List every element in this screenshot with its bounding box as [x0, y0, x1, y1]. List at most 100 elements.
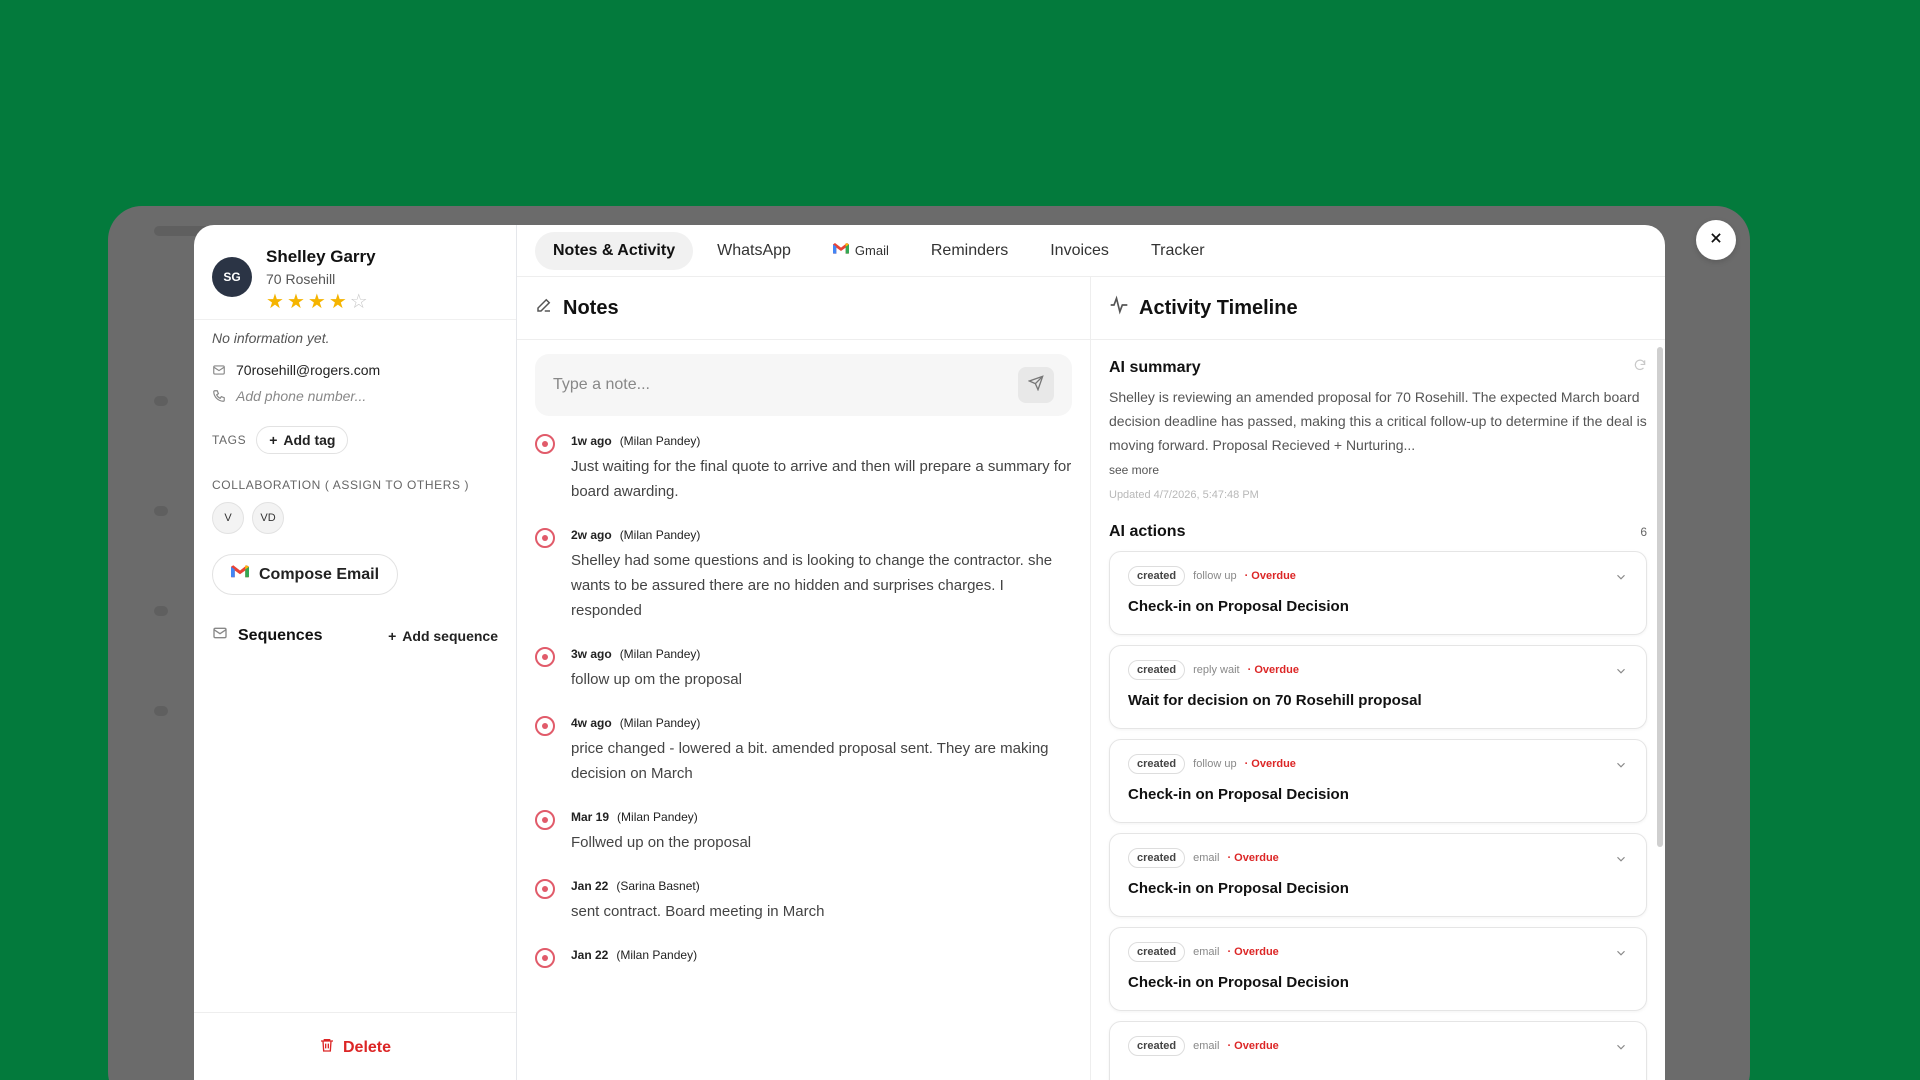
tab-gmail[interactable]: Gmail — [815, 232, 907, 270]
note-time: Mar 19 — [571, 810, 610, 824]
compose-email-label: Compose Email — [259, 565, 380, 583]
note-item: 4w ago (Milan Pandey) price changed - lowe… — [535, 716, 1072, 786]
note-text: sent contract. Board meeting in March — [571, 903, 825, 920]
add-sequence-label: Add sequence — [402, 627, 498, 644]
phone-row[interactable]: Add phone number... — [212, 388, 498, 404]
action-kind: reply wait — [1193, 664, 1240, 676]
note-time: 1w ago — [571, 434, 612, 448]
note-item: 3w ago (Milan Pandey) follow up om the pro… — [535, 647, 1072, 692]
action-title: Check-in on Proposal Decision — [1128, 880, 1349, 897]
note-input-placeholder[interactable]: Type a note... — [553, 376, 650, 394]
note-text: follow up om the proposal — [571, 671, 742, 688]
action-title: Check-in on Proposal Decision — [1128, 598, 1349, 615]
contact-sidebar: SG Shelley Garry 70 Rosehill ★ ★ ★ ★ ☆ N… — [194, 225, 517, 1080]
action-title: Check-in on Proposal Decision — [1128, 786, 1349, 803]
note-marker-icon — [535, 948, 555, 968]
ai-actions-count: 6 — [1640, 525, 1647, 539]
status-badge: created — [1128, 566, 1186, 586]
star-icon[interactable]: ★ — [266, 292, 284, 312]
action-title: Wait for decision on 70 Rosehill proposa… — [1128, 692, 1422, 709]
plus-icon: + — [388, 627, 397, 644]
action-card[interactable]: created email · Overdue Check-in on Propos… — [1109, 927, 1647, 1011]
status-badge: created — [1128, 942, 1186, 962]
tab-label: Tracker — [1150, 241, 1205, 259]
note-item: Jan 22 (Milan Pandey) — [535, 948, 1072, 968]
note-text: Follwed up on the proposal — [571, 834, 752, 851]
tab-reminders[interactable]: Reminders — [913, 232, 1026, 270]
ai-summary-text: Shelley is reviewing an amended proposal… — [1109, 389, 1647, 453]
action-card[interactable]: created follow up · Overdue Check-in on Pr… — [1109, 739, 1647, 823]
collaborator-avatar[interactable]: VD — [252, 502, 284, 534]
star-icon[interactable]: ☆ — [350, 292, 368, 312]
tab-bar: Notes & Activity WhatsApp Gmail Reminder… — [517, 225, 1665, 277]
note-author: (Milan Pandey) — [619, 528, 701, 542]
delete-button[interactable]: Delete — [194, 1012, 516, 1080]
action-kind: follow up — [1193, 570, 1237, 582]
note-item: 1w ago (Milan Pandey) Just waiting for the… — [535, 434, 1072, 504]
tab-invoices[interactable]: Invoices — [1032, 232, 1127, 270]
tab-tracker[interactable]: Tracker — [1133, 232, 1223, 270]
chevron-down-icon[interactable] — [1614, 758, 1628, 777]
note-input[interactable]: Type a note... — [535, 354, 1072, 416]
chevron-down-icon[interactable] — [1614, 570, 1628, 589]
updated-timestamp: Updated 4/7/2026, 5:47:48 PM — [1109, 489, 1259, 501]
note-marker-icon — [535, 647, 555, 667]
trash-icon — [319, 1037, 335, 1058]
star-icon[interactable]: ★ — [329, 292, 347, 312]
contact-header: SG Shelley Garry 70 Rosehill ★ ★ ★ ★ ☆ — [194, 225, 516, 320]
tab-label: Gmail — [854, 243, 889, 258]
notes-title: Notes — [563, 296, 619, 319]
add-tag-button[interactable]: + Add tag — [256, 426, 349, 454]
note-author: (Milan Pandey) — [619, 647, 701, 661]
note-item: 2w ago (Milan Pandey) Shelley had some que… — [535, 528, 1072, 623]
notes-panel: Notes Type a note... 1w ago (Milan Pandey… — [517, 277, 1091, 1080]
star-icon[interactable]: ★ — [287, 292, 305, 312]
close-icon — [1709, 231, 1723, 250]
chevron-down-icon[interactable] — [1614, 1040, 1628, 1059]
refresh-icon[interactable] — [1633, 358, 1647, 377]
action-kind: email — [1193, 852, 1220, 864]
activity-scrollbar[interactable] — [1657, 347, 1663, 847]
phone-placeholder[interactable]: Add phone number... — [236, 388, 366, 404]
email-row[interactable]: 70rosehill@rogers.com — [212, 362, 498, 378]
activity-title: Activity Timeline — [1139, 296, 1298, 319]
note-time: 4w ago — [571, 716, 612, 730]
chevron-down-icon[interactable] — [1614, 664, 1628, 683]
close-button[interactable] — [1696, 220, 1736, 260]
note-text: Shelley had some questions and is lookin… — [571, 552, 1053, 619]
add-tag-label: Add tag — [283, 432, 336, 448]
collaborator-avatar[interactable]: V — [212, 502, 244, 534]
contact-subtitle: 70 Rosehill — [266, 271, 336, 287]
action-card[interactable]: created email · Overdue — [1109, 1021, 1647, 1080]
contact-email[interactable]: 70rosehill@rogers.com — [236, 362, 380, 378]
action-card[interactable]: created email · Overdue Check-in on Propos… — [1109, 833, 1647, 917]
background-row — [154, 396, 168, 406]
see-more-link[interactable]: see more — [1109, 463, 1647, 477]
tab-notes-activity[interactable]: Notes & Activity — [535, 231, 694, 270]
send-note-button[interactable] — [1018, 367, 1054, 403]
note-marker-icon — [535, 810, 555, 830]
tab-label: Invoices — [1050, 241, 1109, 259]
add-sequence-button[interactable]: + Add sequence — [388, 628, 498, 644]
overdue-flag: · Overdue — [1227, 946, 1279, 958]
notes-header: Notes — [517, 277, 1090, 340]
star-icon[interactable]: ★ — [308, 292, 326, 312]
overdue-flag: · Overdue — [1244, 758, 1296, 770]
ai-actions-title: AI actions — [1109, 523, 1186, 540]
note-text: price changed - lowered a bit. amended p… — [571, 740, 1049, 782]
note-item: Mar 19 (Milan Pandey) Follwed up on the pr… — [535, 810, 1072, 855]
plus-icon: + — [269, 432, 278, 448]
action-card[interactable]: created follow up · Overdue Check-in on Pr… — [1109, 551, 1647, 635]
chevron-down-icon[interactable] — [1614, 852, 1628, 871]
send-icon — [1027, 374, 1044, 396]
compose-email-button[interactable]: Compose Email — [212, 554, 399, 595]
action-card[interactable]: created reply wait · Overdue Wait for deci… — [1109, 645, 1647, 729]
star-rating[interactable]: ★ ★ ★ ★ ☆ — [266, 292, 376, 312]
tab-label: WhatsApp — [717, 241, 791, 259]
background-row — [154, 606, 168, 616]
status-badge: created — [1128, 754, 1186, 774]
phone-icon — [212, 389, 226, 403]
note-marker-icon — [535, 434, 555, 454]
tab-whatsapp[interactable]: WhatsApp — [699, 232, 809, 270]
chevron-down-icon[interactable] — [1614, 946, 1628, 965]
